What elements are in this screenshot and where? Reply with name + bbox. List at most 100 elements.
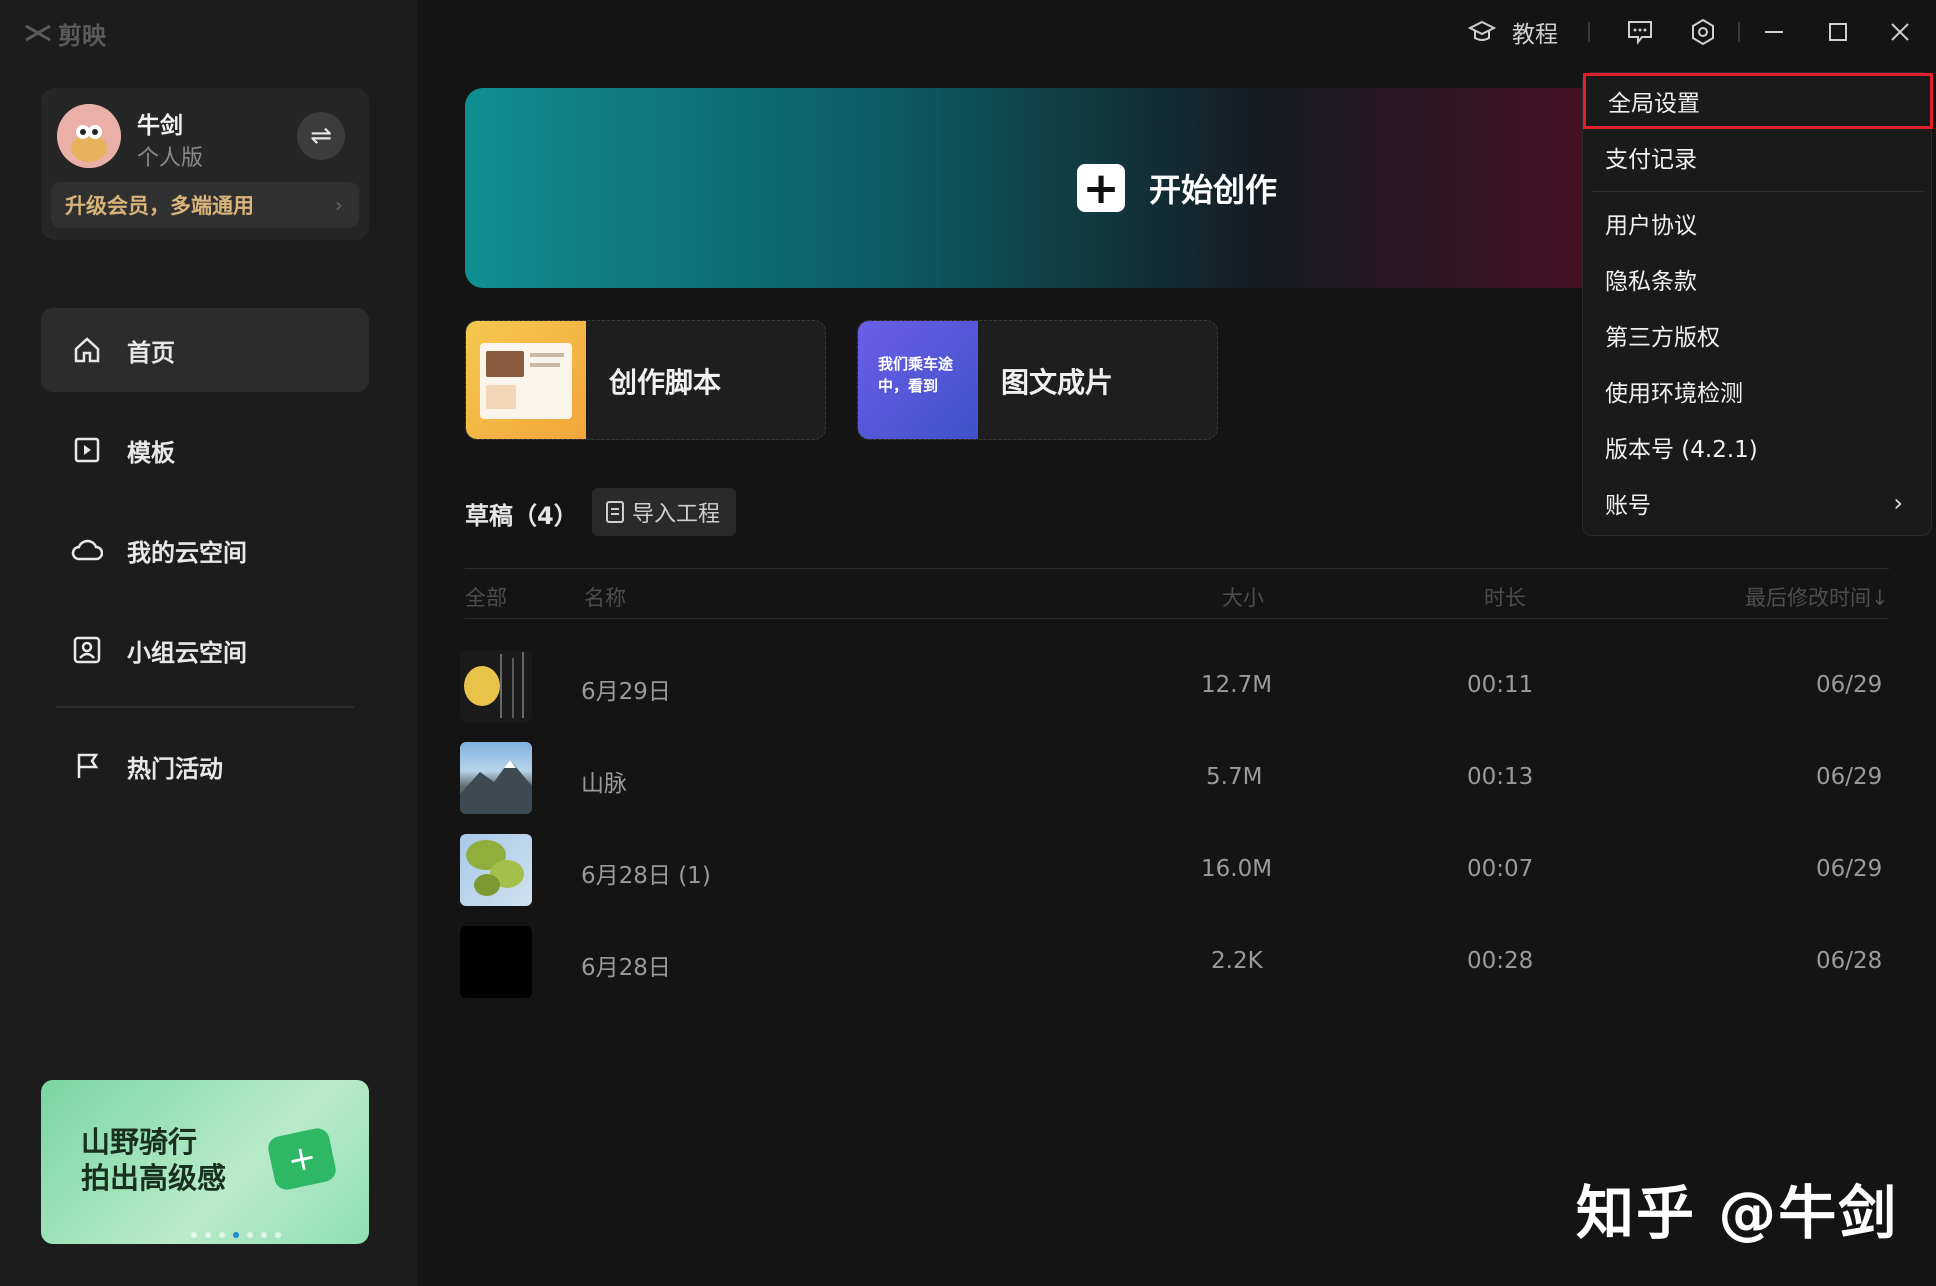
table-row[interactable]: 6月29日 12.7M 00:11 06/29 (460, 650, 1890, 722)
table-row[interactable]: 6月28日 (1) 16.0M 00:07 06/29 (460, 834, 1890, 906)
draft-size: 12.7M (1201, 672, 1273, 698)
draft-thumbnail (460, 650, 532, 722)
table-row[interactable]: 山脉 5.7M 00:13 06/29 (460, 742, 1890, 814)
menu-item-account[interactable]: 账号 › (1583, 475, 1933, 531)
draft-size: 16.0M (1201, 856, 1273, 882)
nav-label: 模板 (127, 438, 175, 467)
draft-modified: 06/28 (1816, 948, 1883, 974)
banner-pagination (191, 1232, 281, 1238)
draft-name: 6月29日 (581, 679, 671, 705)
close-icon (1891, 23, 1909, 41)
cloud-icon (71, 534, 103, 566)
group-cloud-icon (71, 634, 103, 666)
feedback-icon (1628, 21, 1652, 45)
minimize-button[interactable] (1754, 12, 1794, 52)
upgrade-label: 升级会员，多端通用 (65, 194, 254, 218)
capcut-logo-icon (25, 24, 51, 42)
nav-label: 我的云空间 (127, 538, 247, 567)
drafts-title: 草稿（4） (465, 502, 578, 530)
settings-button[interactable] (1683, 12, 1723, 52)
column-modified[interactable]: 最后修改时间↓ (1745, 582, 1889, 612)
user-card: 牛剑 个人版 ⇌ 升级会员，多端通用 › (41, 88, 369, 240)
draft-duration: 00:28 (1467, 948, 1534, 974)
column-size[interactable]: 大小 (1222, 582, 1264, 612)
draft-thumbnail (460, 834, 532, 906)
nav-label: 小组云空间 (127, 638, 247, 667)
script-label: 创作脚本 (609, 366, 722, 399)
maximize-button[interactable] (1818, 12, 1858, 52)
banner-text: 山野骑行 拍出高级感 (81, 1125, 227, 1195)
toolbar-separator (1738, 22, 1740, 42)
text-to-video-thumbnail: 我们乘车途中，看到 (858, 321, 978, 439)
draft-name: 6月28日 (581, 955, 671, 981)
script-card[interactable]: 创作脚本 (465, 320, 826, 440)
text-to-video-card[interactable]: 我们乘车途中，看到 图文成片 (857, 320, 1218, 440)
nav-item-home[interactable]: 首页 (41, 308, 369, 392)
avatar[interactable] (57, 104, 121, 168)
column-name[interactable]: 名称 (584, 582, 626, 612)
template-icon (71, 434, 103, 466)
camera-icon: + (266, 1126, 338, 1192)
nav-item-template[interactable]: 模板 (41, 408, 369, 492)
sidebar: 剪映 牛剑 个人版 ⇌ 升级会员，多端通用 › 首页 模板 我的云空间 小组云空… (0, 0, 417, 1286)
table-row[interactable]: 6月28日 2.2K 00:28 06/28 (460, 926, 1890, 998)
home-icon (71, 334, 103, 366)
draft-duration: 00:07 (1467, 856, 1534, 882)
watermark: 知乎 @牛剑 (1576, 1179, 1899, 1247)
text-to-video-label: 图文成片 (1001, 366, 1114, 399)
draft-modified: 06/29 (1816, 856, 1883, 882)
draft-name: 6月28日 (1) (581, 863, 711, 889)
nav-label: 首页 (127, 338, 175, 367)
draft-duration: 00:11 (1467, 672, 1534, 698)
menu-item-third-party-copyright[interactable]: 第三方版权 (1583, 307, 1933, 363)
close-button[interactable] (1880, 12, 1920, 52)
menu-item-user-agreement[interactable]: 用户协议 (1583, 195, 1933, 251)
menu-item-payment-records[interactable]: 支付记录 (1583, 129, 1933, 185)
menu-item-privacy[interactable]: 隐私条款 (1583, 251, 1933, 307)
settings-menu: 全局设置 支付记录 用户协议 隐私条款 第三方版权 使用环境检测 版本号 (4.… (1582, 72, 1933, 536)
draft-modified: 06/29 (1816, 764, 1883, 790)
draft-modified: 06/29 (1816, 672, 1883, 698)
menu-item-environment-check[interactable]: 使用环境检测 (1583, 363, 1933, 419)
draft-thumbnail (460, 742, 532, 814)
app-logo-text: 剪映 (58, 21, 106, 50)
filter-all[interactable]: 全部 (465, 582, 507, 612)
start-create-label: 开始创作 (1149, 171, 1278, 209)
import-project-button[interactable]: 导入工程 (592, 488, 736, 536)
draft-name: 山脉 (581, 771, 627, 797)
user-plan: 个人版 (137, 146, 204, 171)
maximize-icon (1829, 23, 1847, 41)
graduation-cap-icon (1468, 20, 1496, 41)
promo-banner[interactable]: 山野骑行 拍出高级感 + (41, 1080, 369, 1244)
tutorial-button[interactable]: 教程 (1458, 12, 1568, 52)
menu-separator (1591, 191, 1925, 192)
plus-icon: + (1077, 163, 1125, 214)
tutorial-label: 教程 (1512, 22, 1558, 48)
nav-divider (56, 706, 354, 708)
gear-icon (1692, 18, 1714, 46)
user-name: 牛剑 (137, 113, 183, 139)
draft-size: 5.7M (1206, 764, 1263, 790)
draft-thumbnail (460, 926, 532, 998)
toolbar-separator (1588, 22, 1590, 42)
app-logo: 剪映 (24, 18, 106, 50)
chevron-right-icon: › (1893, 489, 1903, 517)
feedback-button[interactable] (1620, 12, 1660, 52)
script-thumbnail (466, 321, 586, 439)
nav-item-my-cloud[interactable]: 我的云空间 (41, 508, 369, 592)
import-label: 导入工程 (632, 502, 721, 527)
menu-item-global-settings[interactable]: 全局设置 (1583, 73, 1933, 129)
flag-icon (71, 750, 103, 782)
column-duration[interactable]: 时长 (1484, 582, 1526, 612)
nav-item-hot-events[interactable]: 热门活动 (41, 724, 369, 808)
upgrade-membership-button[interactable]: 升级会员，多端通用 › (51, 182, 359, 228)
menu-item-version[interactable]: 版本号 (4.2.1) (1583, 419, 1933, 475)
document-icon (606, 501, 624, 523)
swap-icon: ⇌ (310, 121, 332, 151)
table-divider (465, 568, 1889, 569)
start-create-button[interactable]: + 开始创作 (1077, 163, 1278, 214)
nav-label: 热门活动 (127, 754, 223, 783)
switch-account-button[interactable]: ⇌ (297, 112, 345, 160)
draft-duration: 00:13 (1467, 764, 1534, 790)
nav-item-group-cloud[interactable]: 小组云空间 (41, 608, 369, 692)
